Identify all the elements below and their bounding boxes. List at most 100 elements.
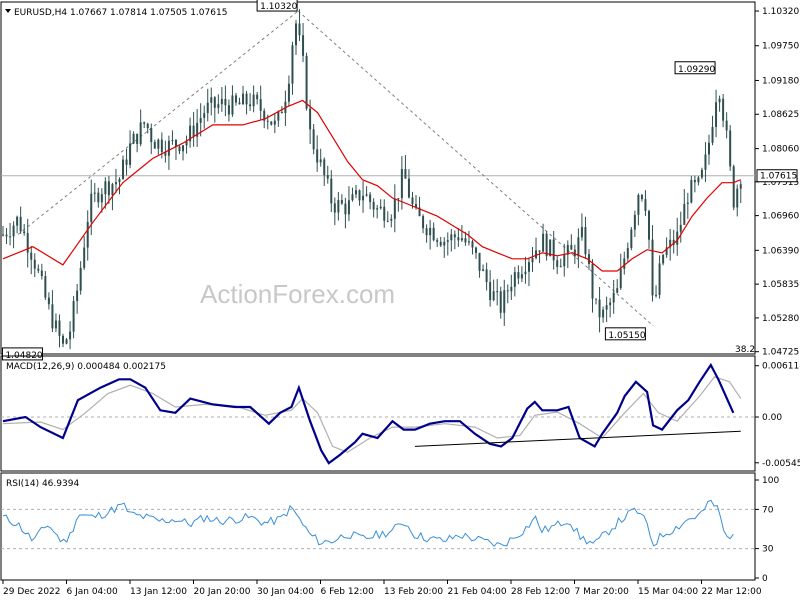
- time-tick-label: 30 Jan 04:00: [257, 587, 314, 597]
- candle-body: [365, 194, 368, 196]
- candle-body: [62, 335, 65, 344]
- candle-body: [545, 233, 548, 257]
- candle-body: [270, 121, 273, 125]
- candle-body: [531, 258, 534, 263]
- macd-panel-frame: [0, 355, 756, 472]
- candle-body: [633, 214, 636, 230]
- candle-body: [19, 216, 22, 232]
- candle-body: [630, 229, 633, 248]
- candle-body: [139, 122, 142, 145]
- candle-body: [5, 234, 8, 237]
- candle-body: [69, 331, 72, 340]
- candle-body: [383, 206, 386, 221]
- rsi-title: RSI(14) 46.9394: [6, 479, 79, 489]
- time-tick-label: 13 Feb 20:00: [384, 587, 443, 597]
- candle-body: [464, 238, 467, 243]
- candle-body: [577, 237, 580, 257]
- candle-body: [83, 247, 86, 268]
- macd-series: [1, 362, 755, 465]
- candle-body: [584, 227, 587, 255]
- candle-body: [79, 267, 82, 291]
- candle-body: [256, 94, 259, 100]
- candle-body: [340, 200, 343, 204]
- candle-body: [157, 139, 160, 149]
- candle-body: [245, 93, 248, 105]
- current-price-tag: 1.07615: [756, 169, 798, 183]
- candle-body: [326, 175, 329, 179]
- candle-body: [559, 266, 562, 268]
- fib-level-label: 38.2: [735, 345, 755, 355]
- candle-body: [725, 120, 728, 131]
- candle-body: [118, 179, 121, 183]
- candle-body: [619, 268, 622, 289]
- macd-tick-label: 0.00: [762, 413, 782, 423]
- price-tick-label: 1.09750: [762, 42, 799, 52]
- rsi-line: [2, 499, 734, 548]
- rsi-panel-frame: [0, 472, 756, 581]
- candle-body: [446, 240, 449, 242]
- candle-body: [210, 97, 213, 103]
- dropdown-triangle-icon[interactable]: [5, 9, 11, 13]
- rsi-tick-label: 0: [762, 574, 768, 584]
- candle-body: [280, 112, 283, 114]
- candle-body: [47, 297, 50, 305]
- candle-body: [595, 298, 598, 300]
- candle-body: [616, 288, 619, 293]
- current-price-label: 1.07615: [760, 172, 797, 182]
- candle-body: [125, 159, 128, 165]
- candle-body: [33, 259, 36, 269]
- candle-body: [697, 177, 700, 183]
- candle-body: [715, 102, 718, 127]
- candle-body: [404, 169, 407, 179]
- candle-body: [72, 301, 75, 332]
- candle-body: [711, 126, 714, 143]
- candle-body: [683, 203, 686, 225]
- candle-body: [393, 198, 396, 219]
- candle-body: [9, 236, 12, 238]
- price-tick-label: 1.08625: [762, 110, 799, 120]
- candle-body: [266, 120, 269, 122]
- price-tick-label: 1.09180: [762, 76, 799, 86]
- price-annotation: 1.09290: [674, 61, 716, 75]
- candle-body: [167, 140, 170, 156]
- candle-body: [475, 247, 478, 253]
- candle-body: [12, 225, 15, 237]
- candle-body: [227, 105, 230, 115]
- candle-body: [174, 140, 177, 147]
- candle-body: [58, 320, 61, 336]
- candle-body: [376, 208, 379, 210]
- rsi-series: [1, 499, 755, 550]
- candle-body: [259, 99, 262, 111]
- candle-body: [679, 224, 682, 232]
- candle-body: [429, 227, 432, 236]
- candle-body: [203, 113, 206, 118]
- candle-body: [344, 203, 347, 215]
- price-tick-label: 1.05280: [762, 314, 799, 324]
- candle-body: [651, 239, 654, 296]
- candle-body: [535, 250, 538, 259]
- candle-body: [439, 241, 442, 246]
- candle-body: [432, 227, 435, 241]
- candle-body: [496, 291, 499, 293]
- price-tick-label: 1.05835: [762, 280, 799, 290]
- candle-body: [302, 35, 305, 56]
- candle-body: [354, 190, 357, 195]
- chart-window: ActionForex.com EURUSD,H4 1.07667 1.0781…: [0, 0, 800, 600]
- candle-body: [386, 220, 389, 222]
- price-tick-label: 1.06960: [762, 212, 799, 222]
- rsi-tick-label: 30: [762, 545, 774, 555]
- candle-body: [37, 268, 40, 271]
- rsi-axis: 100 70 30 0: [755, 476, 779, 584]
- candle-body: [178, 146, 181, 152]
- price-tick-label: 1.04725: [762, 348, 799, 358]
- price-annotation-label: 1.10320: [260, 2, 297, 12]
- price-annotation: 1.10320: [256, 0, 298, 12]
- candle-body: [489, 282, 492, 301]
- candle-body: [122, 159, 125, 180]
- candle-body: [732, 166, 735, 208]
- candle-body: [563, 254, 566, 267]
- time-tick-label: 28 Feb 12:00: [511, 587, 570, 597]
- candle-body: [686, 202, 689, 204]
- time-tick-label: 22 Mar 12:00: [702, 587, 762, 597]
- candle-body: [86, 221, 89, 248]
